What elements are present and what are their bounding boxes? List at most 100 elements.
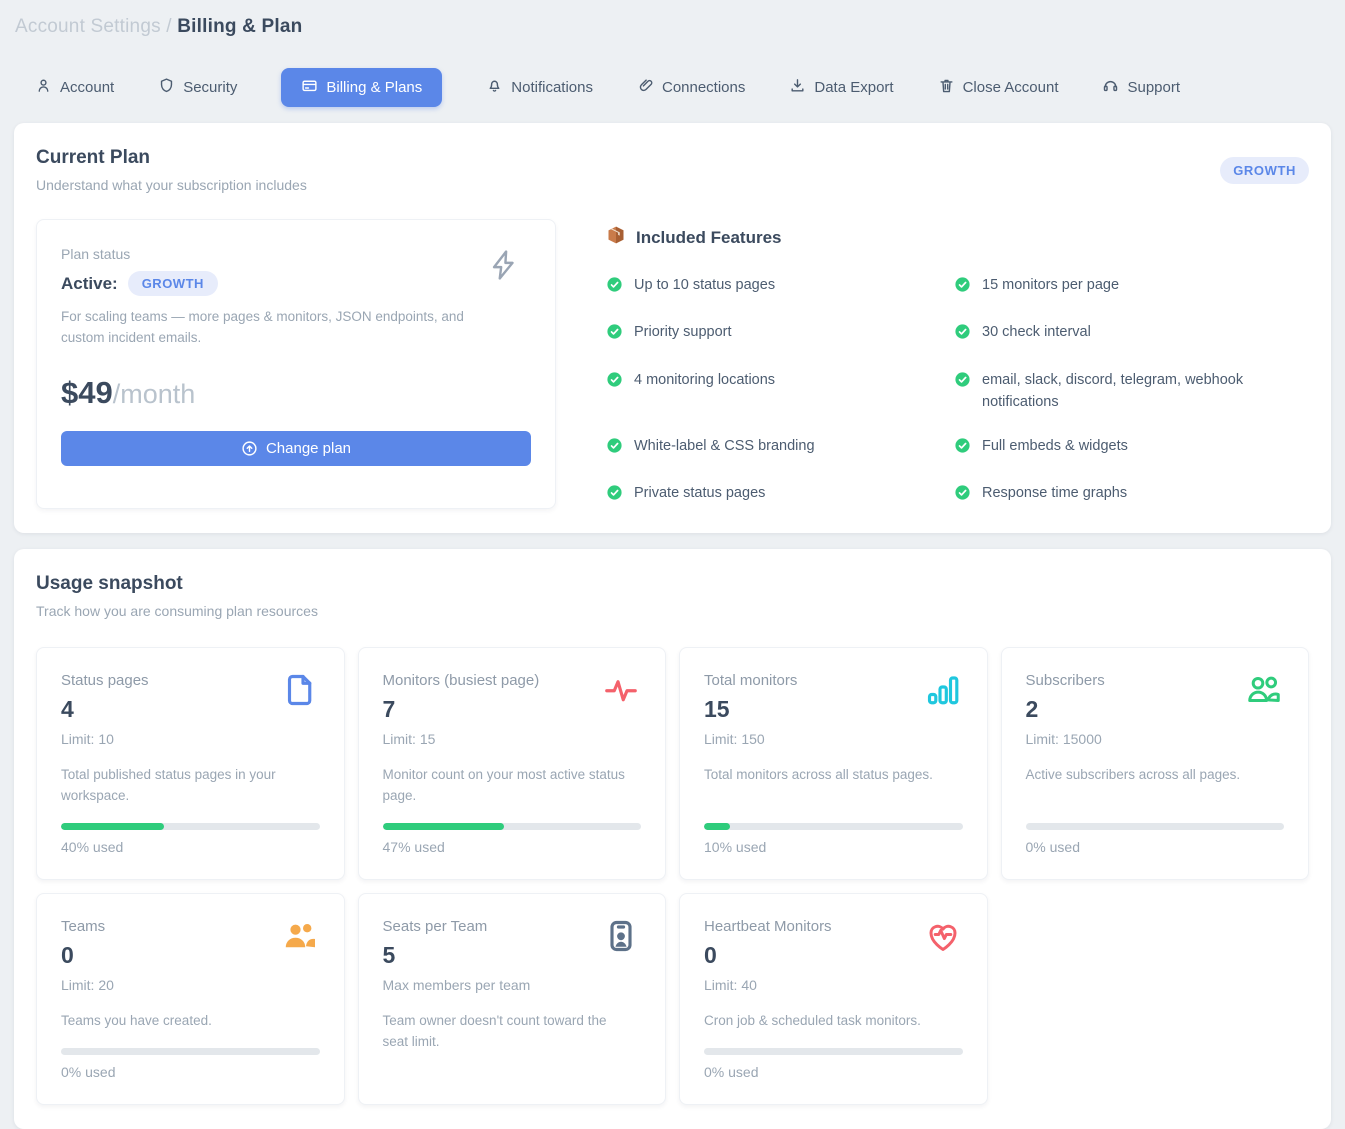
id-badge-icon bbox=[603, 918, 639, 959]
feature-item: Response time graphs bbox=[954, 482, 1274, 508]
plan-price: $49/month bbox=[61, 375, 531, 411]
people-outline-icon bbox=[1246, 672, 1282, 713]
current-plan-title: Current Plan bbox=[36, 147, 307, 169]
usage-card-limit: Max members per team bbox=[383, 977, 642, 993]
change-plan-label: Change plan bbox=[266, 440, 351, 457]
check-circle-icon bbox=[606, 484, 623, 508]
feature-item: 4 monitoring locations bbox=[606, 369, 926, 414]
tab-notifications[interactable]: Notifications bbox=[486, 77, 593, 98]
check-circle-icon bbox=[606, 437, 623, 461]
feature-item: Up to 10 status pages bbox=[606, 274, 926, 300]
shield-icon bbox=[158, 77, 175, 98]
tab-security[interactable]: Security bbox=[158, 77, 237, 98]
tab-label: Security bbox=[183, 79, 237, 96]
usage-card-monitors-busiest: Monitors (busiest page) 7 Limit: 15 Moni… bbox=[358, 647, 667, 880]
tab-close-account[interactable]: Close Account bbox=[938, 77, 1059, 98]
usage-card-description: Team owner doesn't count toward the seat… bbox=[383, 1011, 633, 1053]
usage-card-description: Total monitors across all status pages. bbox=[704, 765, 954, 786]
tab-label: Close Account bbox=[963, 79, 1059, 96]
change-plan-button[interactable]: Change plan bbox=[61, 431, 531, 466]
feature-item: Priority support bbox=[606, 321, 926, 347]
user-icon bbox=[35, 77, 52, 98]
usage-progress: 10% used bbox=[704, 807, 963, 855]
tab-label: Support bbox=[1127, 79, 1180, 96]
usage-card-limit: Limit: 20 bbox=[61, 977, 320, 993]
usage-card-description: Total published status pages in your wor… bbox=[61, 765, 311, 807]
usage-snapshot-panel: Usage snapshot Track how you are consumi… bbox=[14, 549, 1331, 1129]
plan-status-label: Plan status bbox=[61, 246, 531, 262]
usage-percent-label: 47% used bbox=[383, 839, 642, 855]
price-period: /month bbox=[113, 379, 196, 409]
bell-icon bbox=[486, 77, 503, 98]
people-filled-icon bbox=[282, 918, 318, 959]
tab-label: Data Export bbox=[814, 79, 893, 96]
page-title: Billing & Plan bbox=[177, 16, 302, 37]
current-plan-subtitle: Understand what your subscription includ… bbox=[36, 177, 307, 193]
usage-progress: 40% used bbox=[61, 807, 320, 855]
usage-progress: 47% used bbox=[383, 807, 642, 855]
link-icon bbox=[637, 77, 654, 98]
headset-icon bbox=[1102, 77, 1119, 98]
feature-item: White-label & CSS branding bbox=[606, 435, 926, 461]
tab-label: Account bbox=[60, 79, 114, 96]
tab-connections[interactable]: Connections bbox=[637, 77, 745, 98]
usage-card-total-monitors: Total monitors 15 Limit: 150 Total monit… bbox=[679, 647, 988, 880]
usage-subtitle: Track how you are consuming plan resourc… bbox=[36, 603, 318, 619]
settings-tabbar: Account Security Billing & Plans Notific… bbox=[35, 68, 1345, 107]
check-circle-icon bbox=[954, 484, 971, 508]
usage-card-subscribers: Subscribers 2 Limit: 15000 Active subscr… bbox=[1001, 647, 1310, 880]
plan-status-value: Active: bbox=[61, 274, 118, 294]
plan-tier-badge: GROWTH bbox=[1220, 157, 1309, 184]
credit-card-icon bbox=[301, 77, 318, 98]
check-circle-icon bbox=[954, 276, 971, 300]
bar-chart-icon bbox=[925, 672, 961, 713]
feature-item: Full embeds & widgets bbox=[954, 435, 1274, 461]
usage-card-limit: Limit: 150 bbox=[704, 731, 963, 747]
breadcrumb-section: Account Settings / bbox=[15, 16, 172, 37]
zap-icon bbox=[487, 248, 521, 282]
usage-percent-label: 0% used bbox=[704, 1064, 963, 1080]
usage-progress: 0% used bbox=[1026, 807, 1285, 855]
package-icon bbox=[606, 225, 626, 250]
plan-description: For scaling teams — more pages & monitor… bbox=[61, 307, 471, 349]
heartbeat-icon bbox=[925, 918, 961, 959]
usage-card-seats-per-team: Seats per Team 5 Max members per team Te… bbox=[358, 893, 667, 1105]
usage-card-description: Monitor count on your most active status… bbox=[383, 765, 633, 807]
trash-icon bbox=[938, 77, 955, 98]
tab-billing-plans[interactable]: Billing & Plans bbox=[281, 68, 442, 107]
usage-percent-label: 0% used bbox=[1026, 839, 1285, 855]
plan-name-badge: GROWTH bbox=[128, 271, 218, 296]
arrow-up-circle-icon bbox=[241, 440, 258, 457]
tab-data-export[interactable]: Data Export bbox=[789, 77, 893, 98]
tab-label: Notifications bbox=[511, 79, 593, 96]
check-circle-icon bbox=[954, 371, 971, 395]
usage-progress: 0% used bbox=[704, 1032, 963, 1080]
check-circle-icon bbox=[954, 437, 971, 461]
tab-account[interactable]: Account bbox=[35, 77, 114, 98]
feature-item: Private status pages bbox=[606, 482, 926, 508]
included-features: Included Features Up to 10 status pages … bbox=[606, 219, 1309, 509]
check-circle-icon bbox=[606, 323, 623, 347]
usage-percent-label: 40% used bbox=[61, 839, 320, 855]
usage-percent-label: 0% used bbox=[61, 1064, 320, 1080]
usage-card-limit: Limit: 40 bbox=[704, 977, 963, 993]
check-circle-icon bbox=[954, 323, 971, 347]
usage-progress: 0% used bbox=[61, 1032, 320, 1080]
usage-percent-label: 10% used bbox=[704, 839, 963, 855]
plan-status-card: Plan status Active: GROWTH For scaling t… bbox=[36, 219, 556, 509]
usage-card-description: Teams you have created. bbox=[61, 1011, 311, 1032]
document-icon bbox=[282, 672, 318, 713]
check-circle-icon bbox=[606, 276, 623, 300]
current-plan-panel: Current Plan Understand what your subscr… bbox=[14, 123, 1331, 533]
usage-card-status-pages: Status pages 4 Limit: 10 Total published… bbox=[36, 647, 345, 880]
tab-support[interactable]: Support bbox=[1102, 77, 1180, 98]
usage-card-description: Active subscribers across all pages. bbox=[1026, 765, 1276, 786]
price-amount: $49 bbox=[61, 375, 113, 410]
breadcrumb: Account Settings / Billing & Plan bbox=[0, 0, 1345, 38]
usage-card-limit: Limit: 10 bbox=[61, 731, 320, 747]
usage-card-limit: Limit: 15 bbox=[383, 731, 642, 747]
features-title: Included Features bbox=[636, 228, 781, 248]
usage-card-limit: Limit: 15000 bbox=[1026, 731, 1285, 747]
tab-label: Connections bbox=[662, 79, 745, 96]
download-icon bbox=[789, 77, 806, 98]
